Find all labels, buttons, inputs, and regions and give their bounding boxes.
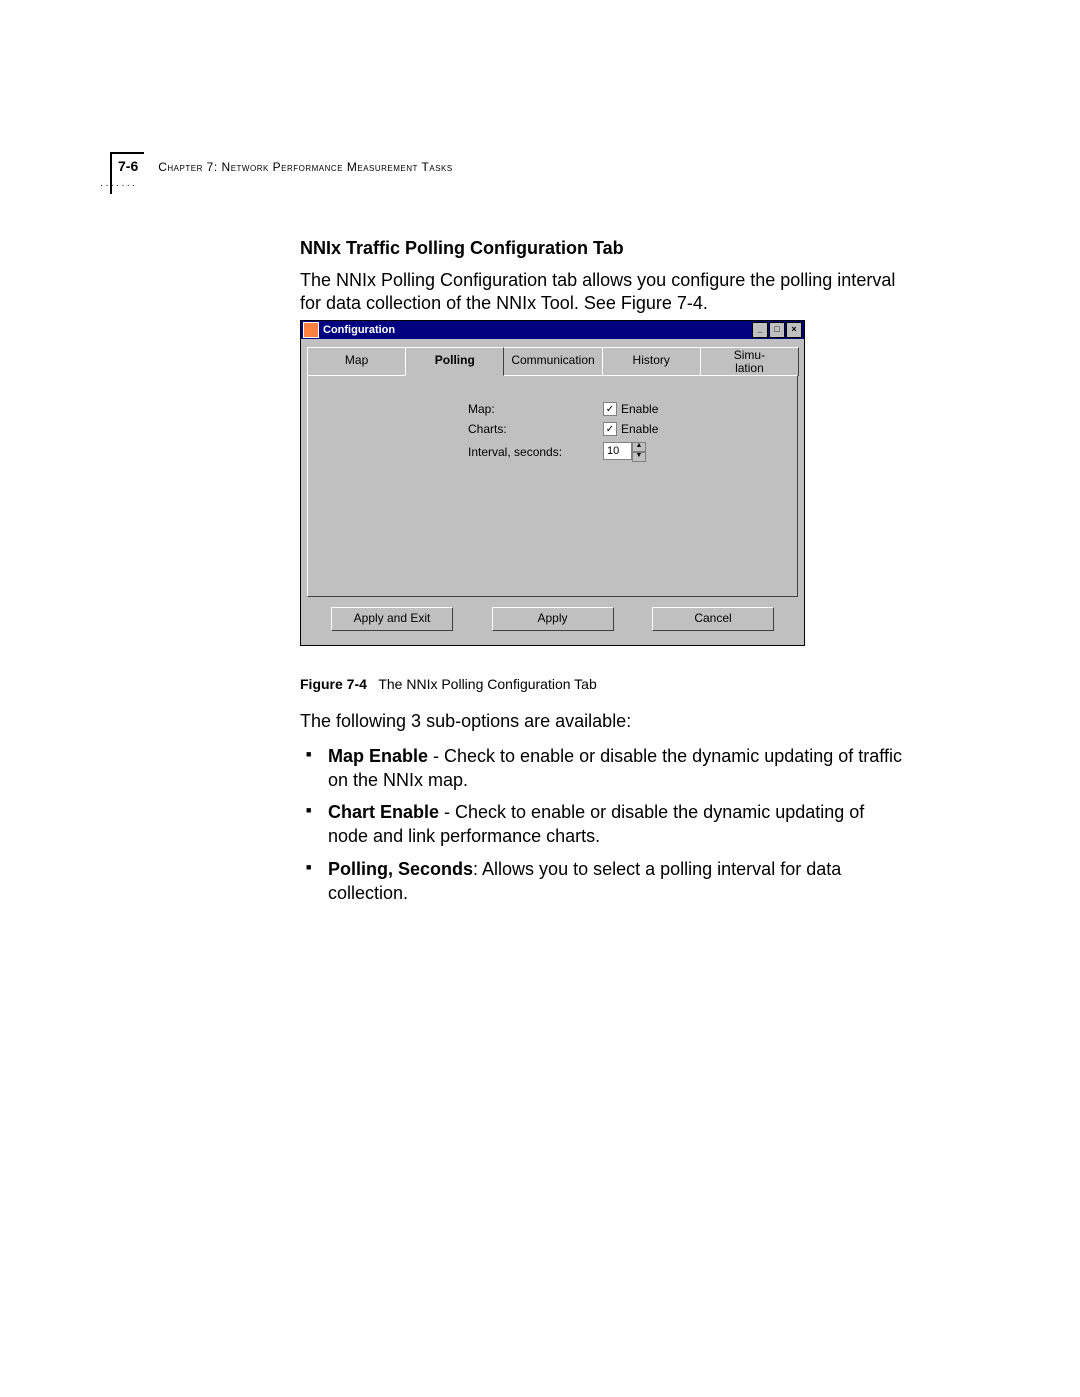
polling-panel: Map: ✓ Enable Charts: ✓ Enable Interval,… bbox=[307, 375, 798, 597]
app-icon bbox=[303, 322, 319, 338]
spinner-buttons: ▲ ▼ bbox=[632, 442, 646, 462]
map-enable-checkbox[interactable]: ✓ bbox=[603, 402, 617, 416]
apply-button[interactable]: Apply bbox=[492, 607, 614, 631]
section-intro: The NNIx Polling Configuration tab allow… bbox=[300, 269, 905, 316]
spinner-up-button[interactable]: ▲ bbox=[632, 442, 646, 452]
figure-caption: Figure 7-4 The NNIx Polling Configuratio… bbox=[300, 676, 905, 692]
row-charts-enable: Charts: ✓ Enable bbox=[308, 422, 797, 436]
dialog-button-row: Apply and Exit Apply Cancel bbox=[301, 597, 804, 645]
option-map-enable-label: Map Enable bbox=[328, 746, 428, 766]
sub-options-intro: The following 3 sub-options are availabl… bbox=[300, 710, 905, 733]
row-map-enable: Map: ✓ Enable bbox=[308, 402, 797, 416]
option-map-enable: Map Enable - Check to enable or disable … bbox=[300, 744, 905, 793]
minimize-button[interactable]: _ bbox=[752, 322, 768, 338]
tab-simulation[interactable]: Simu- lation bbox=[700, 347, 799, 376]
dialog-title: Configuration bbox=[323, 324, 395, 336]
tab-communication[interactable]: Communication bbox=[503, 347, 602, 376]
charts-label: Charts: bbox=[468, 422, 583, 436]
interval-input[interactable]: 10 bbox=[603, 442, 632, 460]
option-chart-enable: Chart Enable - Check to enable or disabl… bbox=[300, 800, 905, 849]
charts-enable-text: Enable bbox=[621, 422, 658, 436]
maximize-button[interactable]: □ bbox=[769, 322, 785, 338]
map-enable-text: Enable bbox=[621, 402, 658, 416]
interval-spinner: 10 ▲ ▼ bbox=[603, 442, 646, 462]
decorative-dots: ······· bbox=[100, 180, 137, 191]
section-title: NNIx Traffic Polling Configuration Tab bbox=[300, 238, 905, 259]
figure-label: Figure 7-4 bbox=[300, 676, 367, 692]
chapter-title: Chapter 7: Network Performance Measureme… bbox=[158, 160, 452, 174]
spinner-down-button[interactable]: ▼ bbox=[632, 452, 646, 462]
tab-strip: Map Polling Communication History Simu- … bbox=[307, 347, 798, 376]
interval-label: Interval, seconds: bbox=[468, 445, 583, 459]
option-polling-seconds-label: Polling, Seconds bbox=[328, 859, 473, 879]
close-button[interactable]: × bbox=[786, 322, 802, 338]
map-label: Map: bbox=[468, 402, 583, 416]
cancel-button[interactable]: Cancel bbox=[652, 607, 774, 631]
option-chart-enable-label: Chart Enable bbox=[328, 802, 439, 822]
dialog-titlebar: Configuration _ □ × bbox=[301, 321, 804, 339]
apply-and-exit-button[interactable]: Apply and Exit bbox=[331, 607, 453, 631]
window-controls: _ □ × bbox=[751, 322, 802, 338]
page-header: 7-6 Chapter 7: Network Performance Measu… bbox=[110, 158, 453, 176]
page: 7-6 Chapter 7: Network Performance Measu… bbox=[0, 0, 1080, 1397]
content-column: NNIx Traffic Polling Configuration Tab T… bbox=[300, 238, 905, 913]
tab-history[interactable]: History bbox=[602, 347, 701, 376]
tab-polling[interactable]: Polling bbox=[405, 347, 504, 376]
options-list: Map Enable - Check to enable or disable … bbox=[300, 744, 905, 906]
tab-map[interactable]: Map bbox=[307, 347, 406, 376]
option-polling-seconds: Polling, Seconds: Allows you to select a… bbox=[300, 857, 905, 906]
row-interval: Interval, seconds: 10 ▲ ▼ bbox=[308, 442, 797, 462]
titlebar-left: Configuration bbox=[303, 322, 395, 338]
charts-enable-checkbox[interactable]: ✓ bbox=[603, 422, 617, 436]
figure-text: The NNIx Polling Configuration Tab bbox=[378, 676, 596, 692]
config-dialog: Configuration _ □ × Map Polling Communic… bbox=[300, 320, 805, 646]
